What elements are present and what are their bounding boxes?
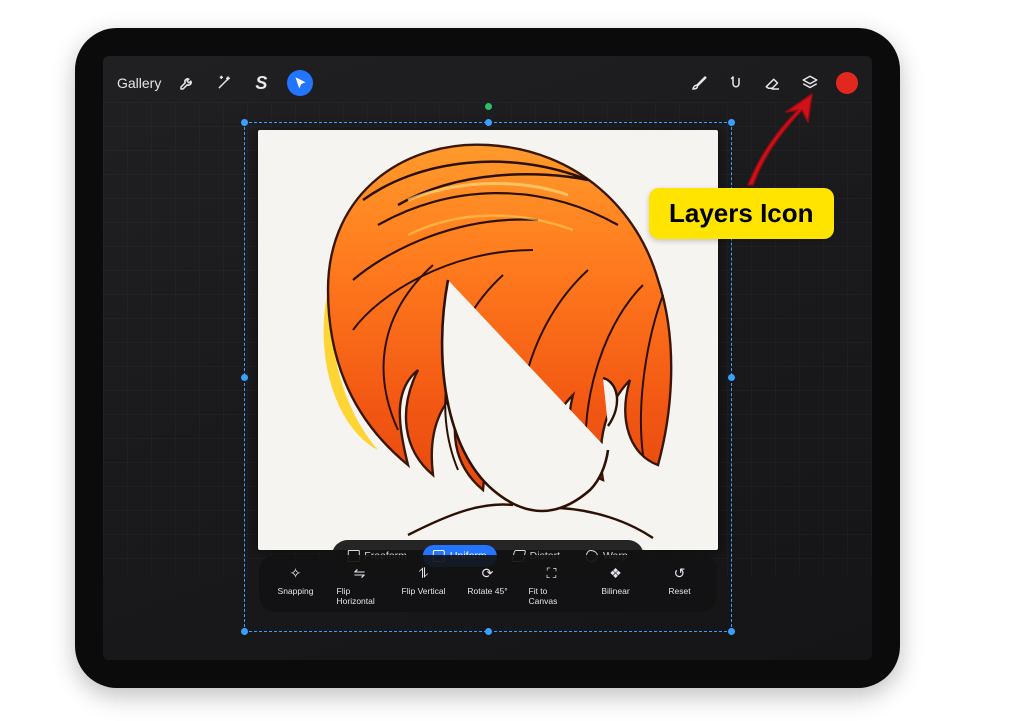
transform-handle[interactable] (728, 119, 735, 126)
procreate-app-screen: Gallery S (103, 56, 872, 660)
snapping-icon: ✧ (286, 563, 306, 583)
action-flip-vertical[interactable]: ⥮ Flip Vertical (401, 563, 447, 606)
magic-wand-icon[interactable] (213, 72, 235, 94)
action-label: Flip Horizontal (337, 586, 383, 606)
action-reset[interactable]: ↺ Reset (657, 563, 703, 606)
top-toolbar: Gallery S (103, 68, 872, 98)
toolbar-right-group (688, 72, 858, 94)
brush-icon[interactable] (688, 72, 710, 94)
transform-handle[interactable] (241, 628, 248, 635)
s-selection-icon[interactable]: S (250, 72, 272, 94)
cursor-icon[interactable] (287, 70, 313, 96)
transform-handle[interactable] (485, 628, 492, 635)
action-label: Rotate 45° (467, 586, 507, 596)
transform-handle[interactable] (241, 119, 248, 126)
transform-rotate-handle[interactable] (485, 103, 492, 110)
wrench-icon[interactable] (176, 72, 198, 94)
layers-icon[interactable] (799, 72, 821, 94)
rotate-icon: ⟳ (478, 563, 498, 583)
action-label: Reset (668, 586, 690, 596)
action-label: Flip Vertical (402, 586, 446, 596)
smudge-icon[interactable] (725, 72, 747, 94)
action-flip-horizontal[interactable]: ⇋ Flip Horizontal (337, 563, 383, 606)
transform-handle[interactable] (728, 374, 735, 381)
action-label: Fit to Canvas (529, 586, 575, 606)
artwork-drawing (258, 130, 718, 550)
action-rotate-45[interactable]: ⟳ Rotate 45° (465, 563, 511, 606)
transform-handle[interactable] (241, 374, 248, 381)
action-label: Snapping (278, 586, 314, 596)
color-swatch[interactable] (836, 72, 858, 94)
eraser-icon[interactable] (762, 72, 784, 94)
ipad-device-frame: Gallery S (75, 28, 900, 688)
transform-handle[interactable] (485, 119, 492, 126)
transform-handle[interactable] (728, 628, 735, 635)
gallery-button[interactable]: Gallery (117, 75, 161, 91)
artwork-canvas[interactable] (258, 130, 718, 550)
transform-actions-bar: ✧ Snapping ⇋ Flip Horizontal ⥮ Flip Vert… (259, 555, 717, 612)
action-bilinear[interactable]: ❖ Bilinear (593, 563, 639, 606)
interpolation-icon: ❖ (606, 563, 626, 583)
action-snapping[interactable]: ✧ Snapping (273, 563, 319, 606)
action-label: Bilinear (601, 586, 629, 596)
action-fit-to-canvas[interactable]: ⛶ Fit to Canvas (529, 563, 575, 606)
canvas-viewport[interactable] (103, 102, 872, 578)
flip-horizontal-icon: ⇋ (350, 563, 370, 583)
flip-vertical-icon: ⥮ (414, 563, 434, 583)
fit-canvas-icon: ⛶ (542, 563, 562, 583)
reset-icon: ↺ (670, 563, 690, 583)
toolbar-left-group: Gallery S (117, 70, 313, 96)
annotation-label: Layers Icon (649, 188, 834, 239)
